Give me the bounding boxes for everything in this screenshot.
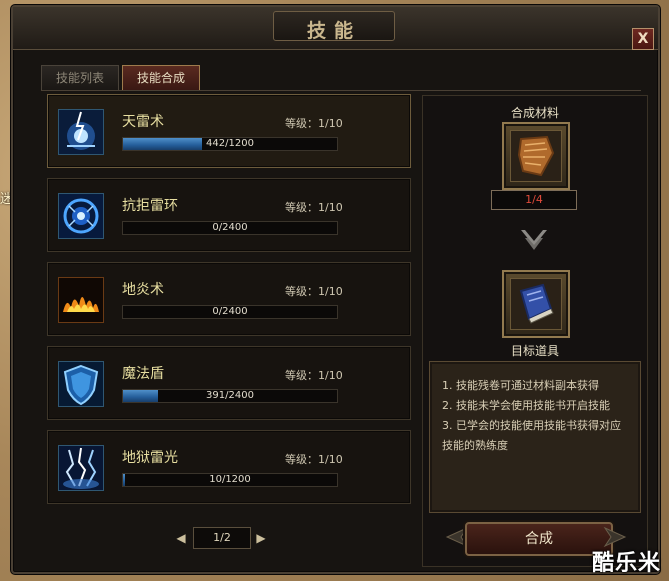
material-count: 1/4 — [491, 190, 577, 210]
description-line: 技能的熟练度 — [442, 439, 508, 452]
skill-level: 等级：1/10 — [285, 451, 343, 467]
combine-button[interactable]: 合成 — [465, 522, 613, 556]
ground-flame-icon — [58, 277, 104, 323]
proficiency-text: 0/2400 — [212, 222, 248, 233]
close-button[interactable]: X — [632, 28, 654, 50]
lightning-orb-icon — [58, 109, 104, 155]
title-plate: 技能 — [273, 11, 395, 42]
skill-level-label: 等级： — [285, 201, 318, 214]
prev-page-button[interactable]: ◀ — [173, 530, 189, 546]
description-line: 2. 技能未学会使用技能书开启技能 — [442, 399, 610, 412]
skill-level: 等级：1/10 — [285, 115, 343, 131]
skill-name: 地狱雷光 — [122, 450, 178, 466]
target-label: 目标道具 — [510, 344, 559, 358]
skill-level-label: 等级： — [285, 369, 318, 382]
pager: ◀ 1/2 ▶ — [173, 527, 273, 549]
skill-level-value: 1/10 — [318, 117, 343, 130]
hell-lightning-icon — [58, 445, 104, 491]
skill-window: 技能 X 技能列表 技能合成 天雷术 等级：1/10 442/1200 抗拒雷环… — [11, 5, 660, 574]
proficiency-bar: 0/2400 — [122, 221, 338, 235]
material-label: 合成材料 — [510, 106, 559, 120]
skill-level: 等级：1/10 — [285, 367, 343, 383]
chevron-down-icon — [518, 224, 550, 256]
window-title: 技能 — [306, 20, 361, 42]
synthesis-description: 1. 技能残卷可通过材料副本获得 2. 技能未学会使用技能书开启技能 3. 已学… — [429, 361, 641, 513]
tab-bar: 技能列表 技能合成 — [41, 65, 200, 91]
skill-row-tianleishu[interactable]: 天雷术 等级：1/10 442/1200 — [47, 94, 411, 168]
skill-row-kangjuleihuan[interactable]: 抗拒雷环 等级：1/10 0/2400 — [47, 178, 411, 252]
thunder-ring-icon — [58, 193, 104, 239]
watermark-text: 酷乐米 — [591, 551, 661, 576]
synthesis-panel: 合成材料 1/4 目标道具 1. 技能残卷可通过材料副本获得 2. 技能未学会使… — [422, 95, 648, 567]
tab-skill-synthesis[interactable]: 技能合成 — [122, 65, 200, 91]
skill-level-value: 1/10 — [318, 453, 343, 466]
proficiency-bar: 442/1200 — [122, 137, 338, 151]
skill-level-value: 1/10 — [318, 369, 343, 382]
tab-divider — [41, 90, 641, 91]
skill-row-diyanshu[interactable]: 地炎术 等级：1/10 0/2400 — [47, 262, 411, 336]
skill-row-mofadun[interactable]: 魔法盾 等级：1/10 391/2400 — [47, 346, 411, 420]
skill-level: 等级：1/10 — [285, 199, 343, 215]
proficiency-bar: 391/2400 — [122, 389, 338, 403]
magic-shield-icon — [58, 361, 104, 407]
skill-level-value: 1/10 — [318, 201, 343, 214]
description-line: 1. 技能残卷可通过材料副本获得 — [442, 379, 599, 392]
proficiency-text: 10/1200 — [209, 474, 251, 485]
proficiency-text: 391/2400 — [206, 390, 254, 401]
skill-level-label: 等级： — [285, 285, 318, 298]
next-page-button[interactable]: ▶ — [253, 530, 269, 546]
title-bar[interactable]: 技能 X — [13, 7, 658, 50]
skill-level-label: 等级： — [285, 453, 318, 466]
proficiency-text: 0/2400 — [212, 306, 248, 317]
skill-name: 魔法盾 — [122, 366, 164, 382]
page-indicator: 1/2 — [193, 527, 251, 549]
description-line: 3. 已学会的技能使用技能书获得对应 — [442, 419, 621, 432]
proficiency-bar: 10/1200 — [122, 473, 338, 487]
skill-level: 等级：1/10 — [285, 283, 343, 299]
skill-name: 地炎术 — [122, 282, 164, 298]
skill-level-value: 1/10 — [318, 285, 343, 298]
target-slot[interactable] — [502, 270, 570, 338]
skill-name: 抗拒雷环 — [122, 198, 178, 214]
tab-skill-list[interactable]: 技能列表 — [41, 65, 119, 91]
skill-book-icon — [510, 278, 562, 330]
skill-list-panel: 天雷术 等级：1/10 442/1200 抗拒雷环 等级：1/10 0/2400… — [33, 92, 413, 564]
skill-fragment-icon — [510, 130, 562, 182]
skill-name: 天雷术 — [122, 114, 164, 130]
proficiency-bar: 0/2400 — [122, 305, 338, 319]
skill-level-label: 等级： — [285, 117, 318, 130]
material-slot[interactable] — [502, 122, 570, 190]
proficiency-text: 442/1200 — [206, 138, 254, 149]
skill-row-diyuleiguang[interactable]: 地狱雷光 等级：1/10 10/1200 — [47, 430, 411, 504]
